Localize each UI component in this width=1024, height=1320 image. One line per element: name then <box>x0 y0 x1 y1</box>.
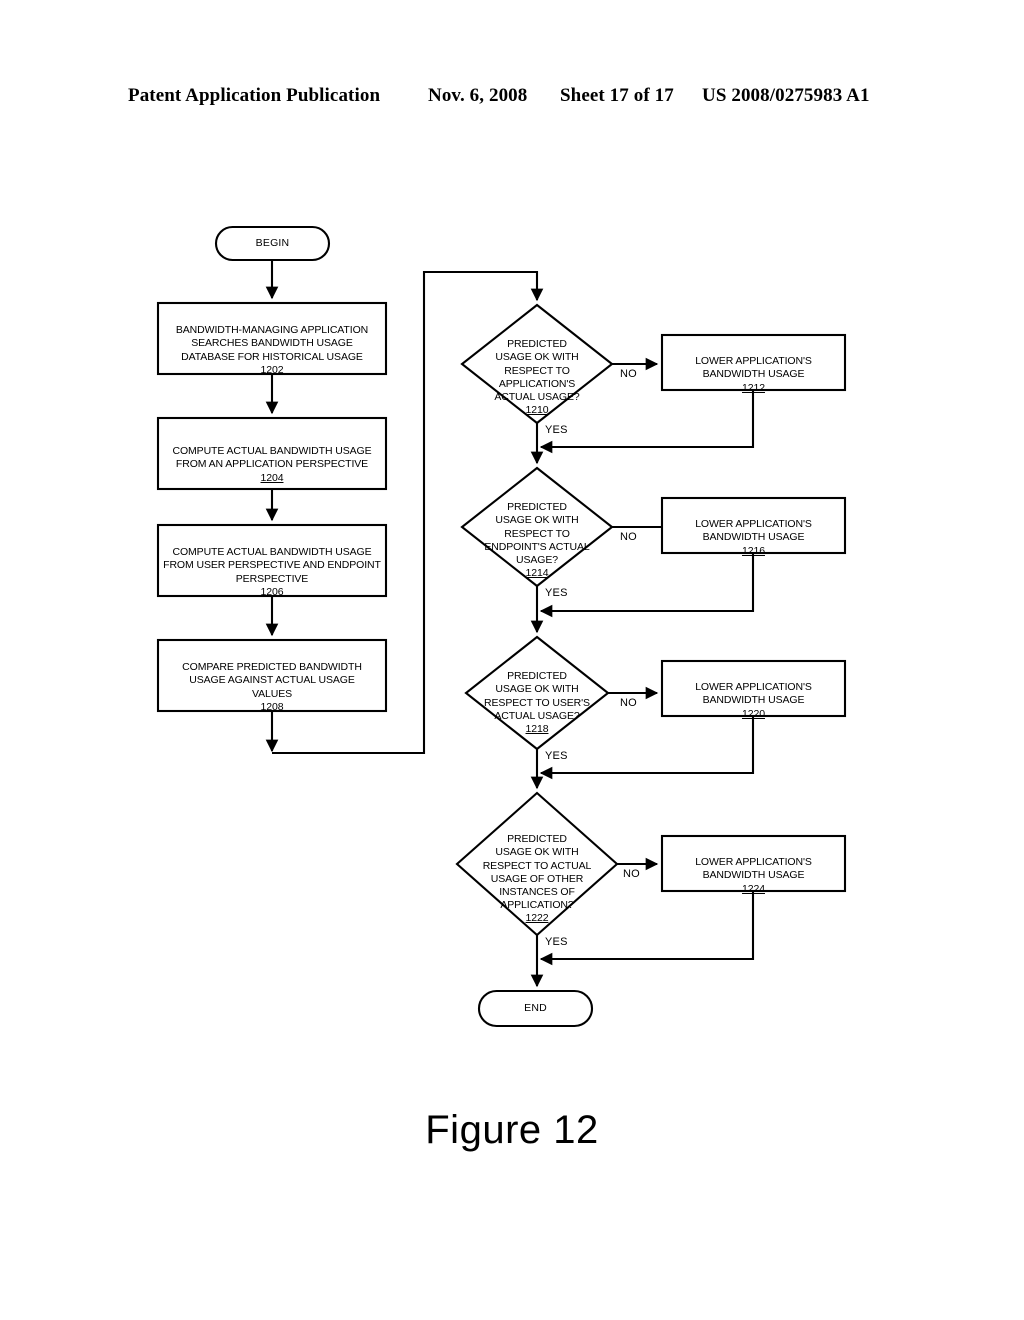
decision-1222-body: PREDICTED USAGE OK WITH RESPECT TO ACTUA… <box>482 833 592 912</box>
process-1204-text: COMPUTE ACTUAL BANDWIDTH USAGE FROM AN A… <box>158 432 386 498</box>
action-1212-ref: 1212 <box>742 381 765 394</box>
process-1206-text: COMPUTE ACTUAL BANDWIDTH USAGE FROM USER… <box>158 533 386 612</box>
process-1208-text: COMPARE PREDICTED BANDWIDTH USAGE AGAINS… <box>158 648 386 727</box>
figure-caption: Figure 12 <box>425 1108 599 1152</box>
action-1220-text: LOWER APPLICATION'S BANDWIDTH USAGE 1220 <box>662 668 845 734</box>
process-1202-body: BANDWIDTH-MANAGING APPLICATION SEARCHES … <box>175 324 369 363</box>
decision-1214-ref: 1214 <box>525 567 549 580</box>
decision-1214-no-label: NO <box>620 531 637 543</box>
decision-1214-yes-label: YES <box>545 587 568 599</box>
action-1224-ref: 1224 <box>742 882 765 895</box>
action-1212-body: LOWER APPLICATION'S BANDWIDTH USAGE <box>695 355 812 381</box>
action-1220-body: LOWER APPLICATION'S BANDWIDTH USAGE <box>695 681 812 707</box>
decision-1222-text: PREDICTED USAGE OK WITH RESPECT TO ACTUA… <box>457 820 617 939</box>
decision-1218-ref: 1218 <box>525 723 549 736</box>
decision-1222-yes-label: YES <box>545 936 568 948</box>
action-1216-text: LOWER APPLICATION'S BANDWIDTH USAGE 1216 <box>662 505 845 571</box>
action-1224-body: LOWER APPLICATION'S BANDWIDTH USAGE <box>695 856 812 882</box>
action-1216-body: LOWER APPLICATION'S BANDWIDTH USAGE <box>695 518 812 544</box>
decision-1210-text: PREDICTED USAGE OK WITH RESPECT TO APPLI… <box>462 325 612 431</box>
decision-1218-text: PREDICTED USAGE OK WITH RESPECT TO USER'… <box>462 657 612 749</box>
end-terminal-label: END <box>524 1002 547 1014</box>
decision-1222-no-label: NO <box>623 868 640 880</box>
decision-1222-ref: 1222 <box>525 912 549 925</box>
decision-1210-no-label: NO <box>620 368 637 380</box>
decision-1218-no-label: NO <box>620 697 637 709</box>
process-1208-body: COMPARE PREDICTED BANDWIDTH USAGE AGAINS… <box>182 661 362 700</box>
process-1206-ref: 1206 <box>260 585 284 598</box>
action-1224-text: LOWER APPLICATION'S BANDWIDTH USAGE 1224 <box>662 843 845 909</box>
action-1212-text: LOWER APPLICATION'S BANDWIDTH USAGE 1212 <box>662 342 845 408</box>
decision-1210-ref: 1210 <box>525 404 549 417</box>
process-1204-ref: 1204 <box>260 471 284 484</box>
decision-1214-body: PREDICTED USAGE OK WITH RESPECT TO ENDPO… <box>484 501 590 567</box>
decision-1210-body: PREDICTED USAGE OK WITH RESPECT TO APPLI… <box>494 338 580 404</box>
process-1202-text: BANDWIDTH-MANAGING APPLICATION SEARCHES … <box>158 311 386 390</box>
action-1220-ref: 1220 <box>742 707 765 720</box>
process-1204-body: COMPUTE ACTUAL BANDWIDTH USAGE FROM AN A… <box>172 445 372 471</box>
decision-1210-yes-label: YES <box>545 424 568 436</box>
decision-1218-body: PREDICTED USAGE OK WITH RESPECT TO USER'… <box>484 670 590 722</box>
action-1216-ref: 1216 <box>742 544 765 557</box>
decision-1214-text: PREDICTED USAGE OK WITH RESPECT TO ENDPO… <box>460 488 614 594</box>
process-1202-ref: 1202 <box>260 363 284 376</box>
process-1206-body: COMPUTE ACTUAL BANDWIDTH USAGE FROM USER… <box>163 546 381 585</box>
begin-terminal-label: BEGIN <box>255 237 290 249</box>
decision-1218-yes-label: YES <box>545 750 568 762</box>
process-1208-ref: 1208 <box>260 700 284 713</box>
